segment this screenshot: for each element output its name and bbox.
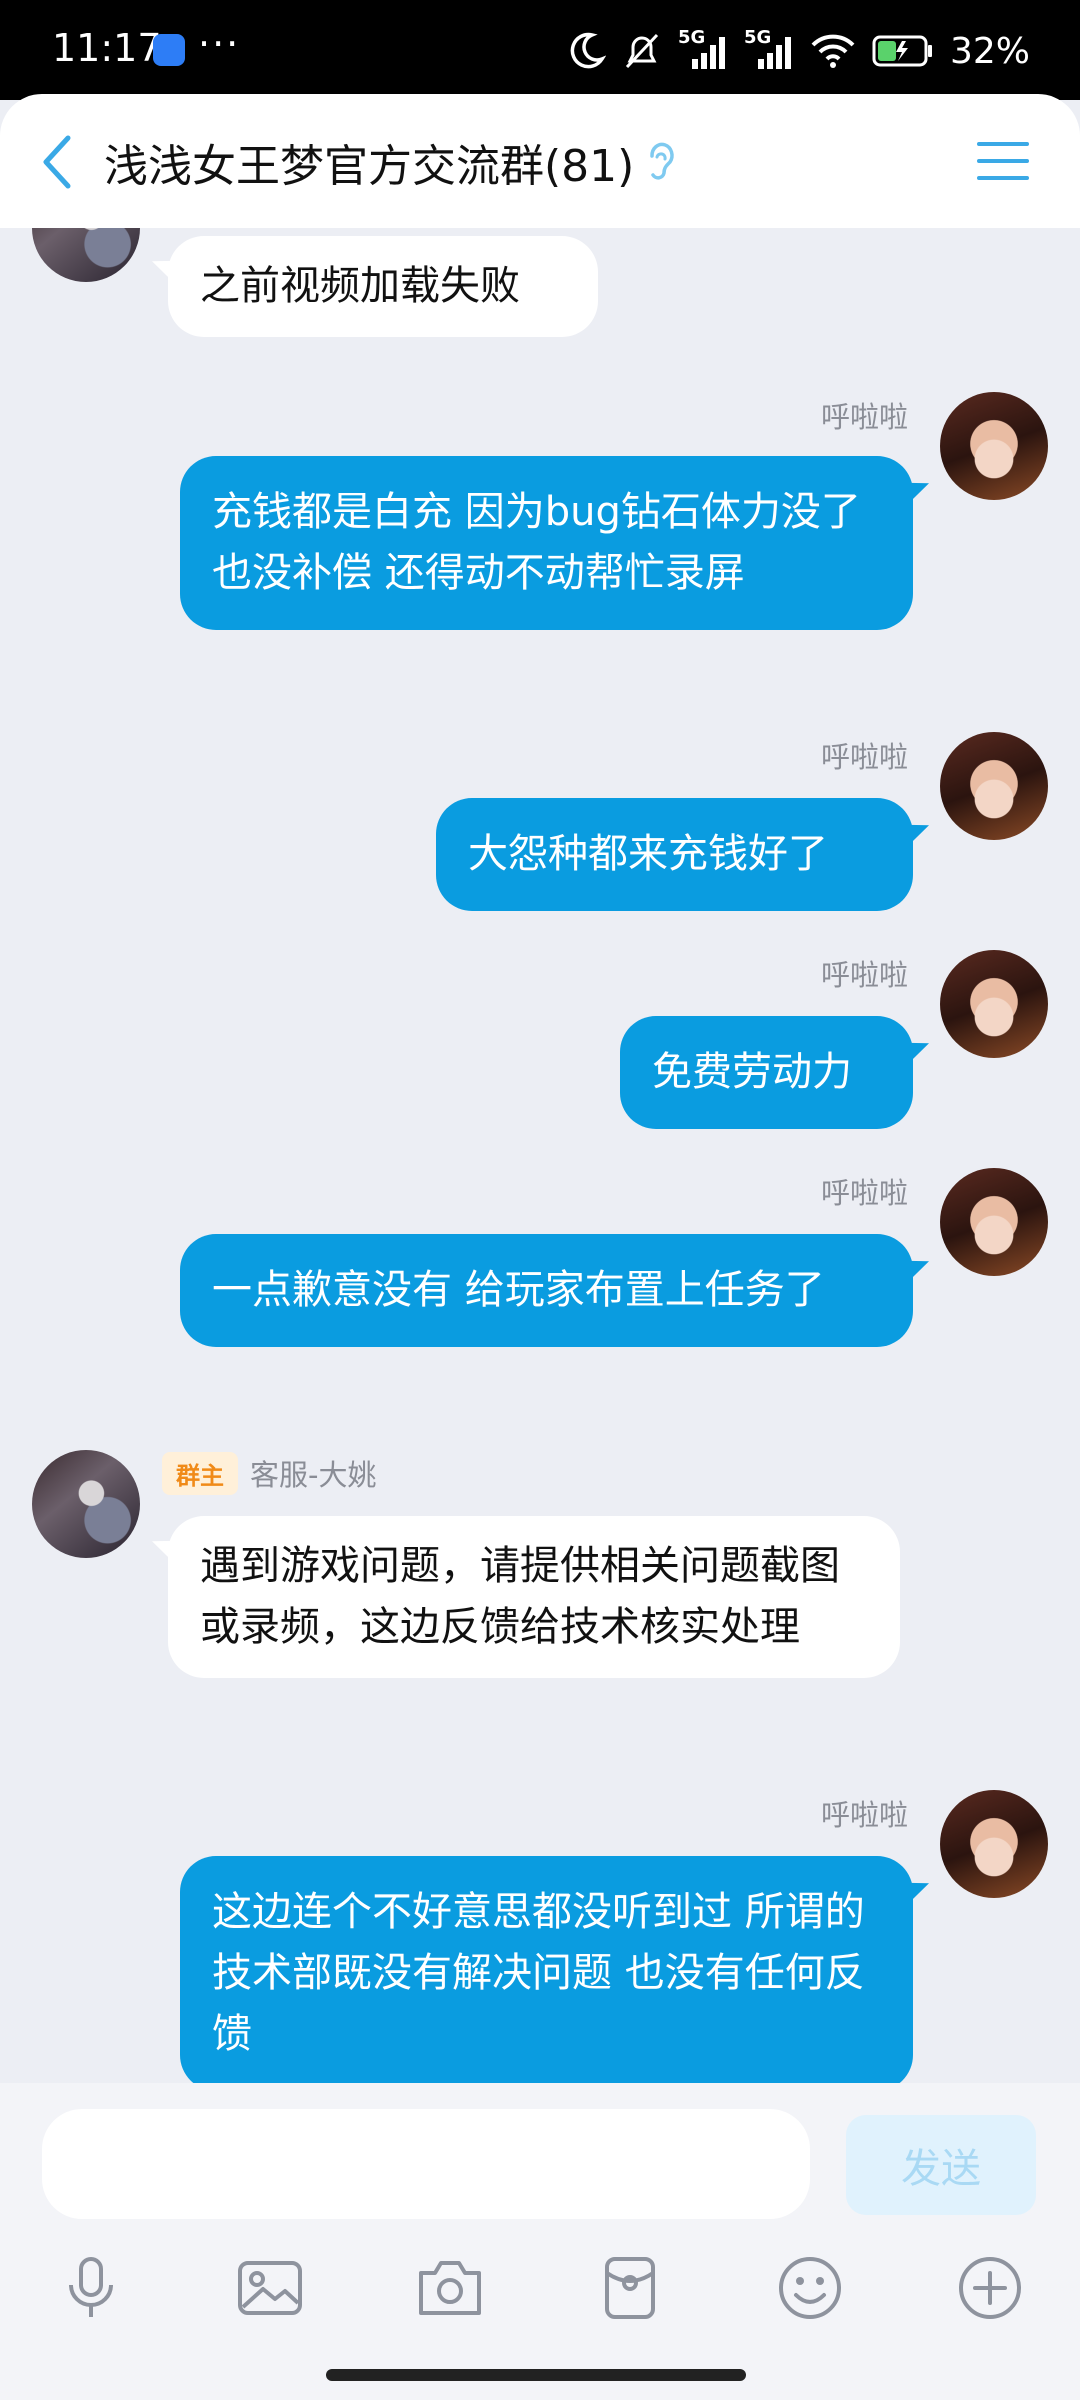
home-indicator[interactable]: [326, 2369, 746, 2381]
ear-icon[interactable]: [644, 140, 678, 184]
wifi-icon: [811, 34, 855, 68]
sender-name: 呼啦啦: [820, 1176, 908, 1210]
message-bubble[interactable]: 之前视频加载失败: [168, 236, 598, 337]
status-time: 11:17: [52, 26, 162, 70]
message-list[interactable]: 之前视频加载失败 呼啦啦 充钱都是白充 因为bug钻石体力没了 也没补偿 还得动…: [0, 228, 1080, 2083]
avatar[interactable]: [940, 732, 1048, 840]
chat-header: 浅浅女王梦官方交流群(81): [0, 94, 1080, 228]
status-bar: 11:17 ··· 5G 5G 32%: [0, 0, 1080, 100]
plus-icon[interactable]: [955, 2253, 1025, 2323]
owner-badge: 群主: [162, 1452, 238, 1495]
microphone-icon[interactable]: [56, 2253, 126, 2323]
avatar[interactable]: [940, 392, 1048, 500]
message-bubble[interactable]: 这边连个不好意思都没听到过 所谓的技术部既没有解决问题 也没有任何反馈: [180, 1856, 913, 2083]
sender-name: 呼啦啦: [820, 400, 908, 434]
chat-title[interactable]: 浅浅女王梦官方交流群(81): [104, 130, 634, 194]
camera-icon[interactable]: [415, 2253, 485, 2323]
moon-icon: [570, 32, 606, 69]
message-bubble[interactable]: 遇到游戏问题，请提供相关问题截图或录频，这边反馈给技术核实处理: [168, 1516, 900, 1678]
sender-name: 呼啦啦: [820, 740, 908, 774]
message-bubble[interactable]: 大怨种都来充钱好了: [436, 798, 913, 911]
sender-name: 呼啦啦: [820, 958, 908, 992]
status-icons: 5G 5G 32%: [566, 26, 1030, 76]
send-button[interactable]: 发送: [846, 2115, 1036, 2215]
message-bubble[interactable]: 一点歉意没有 给玩家布置上任务了: [180, 1234, 913, 1347]
back-arrow-icon[interactable]: [34, 130, 84, 194]
network-type-2: 5G: [743, 27, 772, 48]
image-icon[interactable]: [235, 2253, 305, 2323]
sender-name: 呼啦啦: [820, 1798, 908, 1832]
avatar[interactable]: [940, 1790, 1048, 1898]
avatar[interactable]: [32, 1450, 140, 1558]
sender-name: 客服-大姚: [250, 1458, 377, 1492]
red-packet-icon[interactable]: [595, 2253, 665, 2323]
signal-2-icon: 5G: [744, 27, 794, 71]
app-notification-icon: [153, 34, 185, 66]
battery-percent: 32%: [949, 30, 1030, 72]
composer: 发送: [0, 2083, 1080, 2400]
avatar[interactable]: [940, 1168, 1048, 1276]
avatar[interactable]: [32, 228, 140, 282]
network-type-1: 5G: [677, 27, 706, 48]
emoji-icon[interactable]: [775, 2253, 845, 2323]
input-toolbar: [0, 2253, 1080, 2333]
battery-icon: [872, 35, 932, 67]
message-input[interactable]: [42, 2109, 810, 2219]
mute-bell-icon: [625, 33, 659, 69]
avatar[interactable]: [940, 950, 1048, 1058]
message-bubble[interactable]: 充钱都是白充 因为bug钻石体力没了 也没补偿 还得动不动帮忙录屏: [180, 456, 913, 630]
message-bubble[interactable]: 免费劳动力: [620, 1016, 913, 1129]
more-notifications-icon: ···: [198, 22, 241, 66]
signal-1-icon: 5G: [678, 27, 728, 71]
menu-icon[interactable]: [976, 138, 1030, 184]
